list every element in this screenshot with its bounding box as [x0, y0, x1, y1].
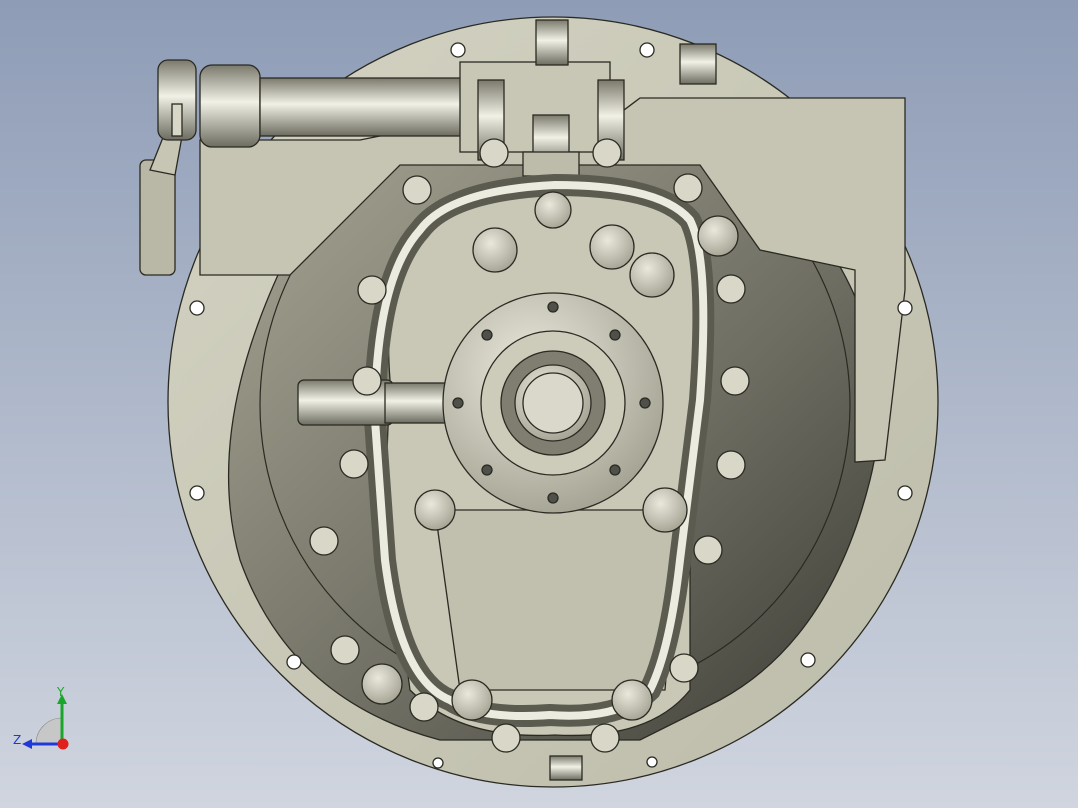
output-bore-inner	[522, 372, 584, 434]
z-axis-arrow	[22, 739, 32, 749]
axis-triad: Y Z	[13, 686, 69, 750]
rod-shaft	[259, 77, 471, 137]
output-flange[interactable]	[442, 292, 664, 514]
lower-panel	[434, 509, 681, 691]
top-nut	[522, 151, 580, 177]
cad-viewport[interactable]	[0, 0, 1078, 808]
rod-cylinder	[199, 64, 261, 148]
input-shaft-coupling	[384, 382, 446, 424]
triad-arc	[35, 717, 63, 745]
shift-lever[interactable]	[139, 59, 197, 276]
top-boss-center	[535, 19, 569, 66]
lever-pin	[171, 103, 183, 137]
gearbox-model[interactable]	[139, 16, 939, 788]
z-axis-label: Z	[13, 733, 21, 747]
lever-link	[139, 159, 176, 276]
x-axis-dot	[57, 738, 69, 750]
top-boss-right	[679, 43, 717, 85]
bottom-stud	[549, 755, 583, 781]
y-axis-label: Y	[56, 686, 65, 699]
